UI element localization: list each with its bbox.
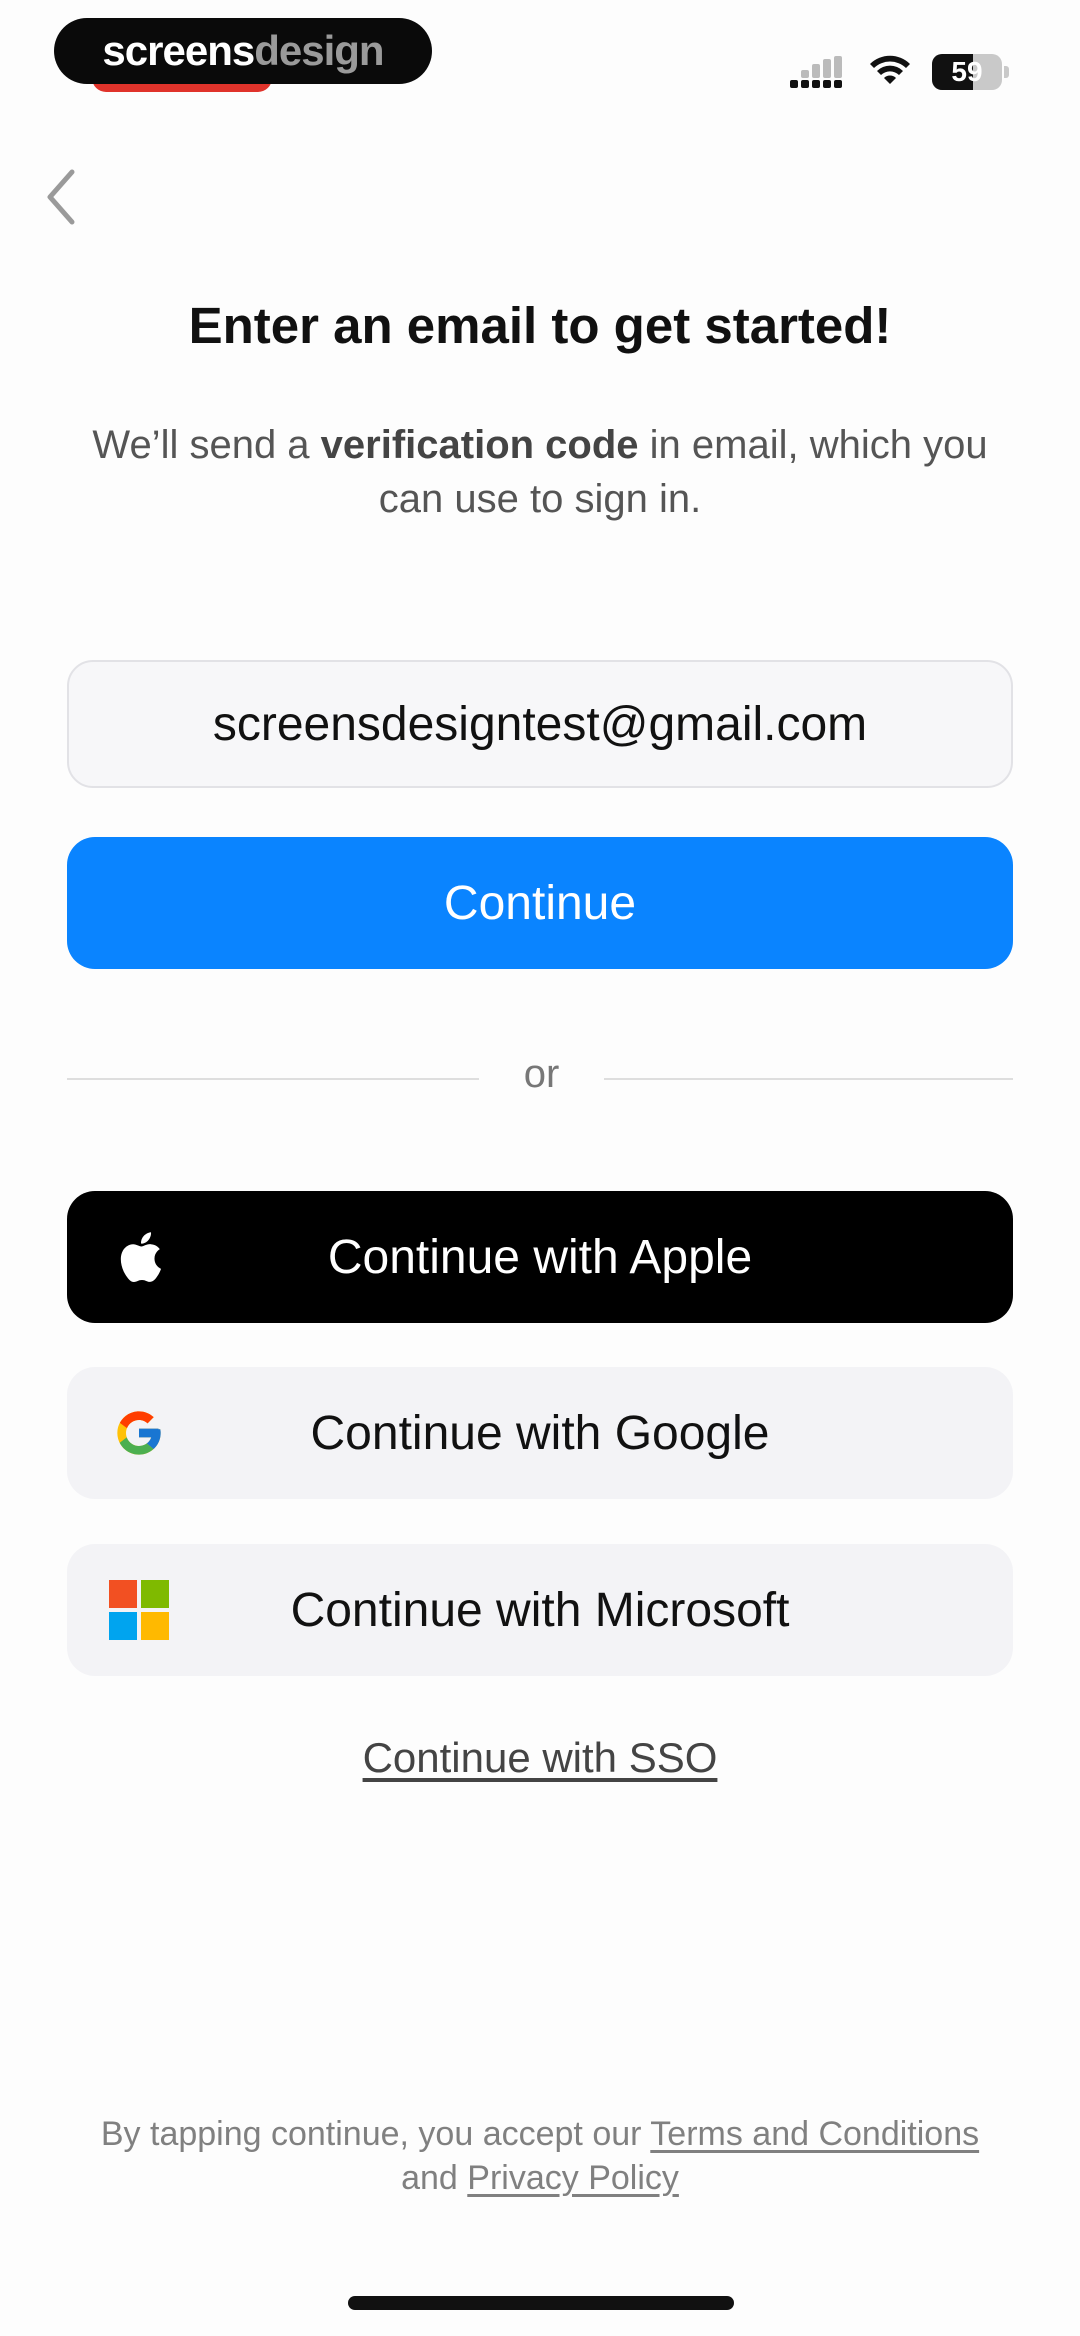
continue-with-google-button[interactable]: Continue with Google xyxy=(67,1367,1013,1499)
chevron-left-icon[interactable] xyxy=(40,166,84,228)
legal-middle: and xyxy=(401,2159,468,2197)
terms-and-conditions-link[interactable]: Terms and Conditions xyxy=(650,2115,979,2153)
cellular-signal-icon xyxy=(790,56,842,88)
page-title: Enter an email to get started! xyxy=(188,297,892,354)
continue-with-apple-button[interactable]: Continue with Apple xyxy=(67,1191,1013,1323)
sign-in-screen: screens design 59 Enter an email to get … xyxy=(0,0,1080,2336)
divider-right xyxy=(604,1078,1013,1080)
continue-with-google-label: Continue with Google xyxy=(310,1406,770,1460)
subtitle-text-start: We’ll send a xyxy=(92,423,321,467)
continue-with-microsoft-button[interactable]: Continue with Microsoft xyxy=(67,1544,1013,1676)
legal-notice: By tapping continue, you accept our Term… xyxy=(30,2112,1050,2200)
continue-with-apple-label: Continue with Apple xyxy=(327,1230,753,1284)
subtitle-text-bold: verification code xyxy=(320,423,639,467)
battery-icon: 59 xyxy=(932,54,1010,90)
microsoft-logo-icon xyxy=(109,1580,169,1640)
legal-prefix: By tapping continue, you accept our xyxy=(100,2115,651,2153)
battery-body: 59 xyxy=(932,54,1002,90)
continue-button[interactable]: Continue xyxy=(67,837,1013,969)
email-input[interactable]: screensdesigntest@gmail.com xyxy=(67,660,1013,788)
continue-button-label: Continue xyxy=(443,876,637,930)
privacy-policy-link[interactable]: Privacy Policy xyxy=(467,2159,679,2197)
home-indicator[interactable] xyxy=(348,2296,734,2310)
email-input-value: screensdesigntest@gmail.com xyxy=(212,697,868,751)
brand-watermark: screens design xyxy=(54,18,432,84)
brand-text-screens: screens xyxy=(102,27,255,74)
battery-level: 59 xyxy=(951,56,983,87)
page-subtitle: We’ll send a verification code in email,… xyxy=(90,418,990,526)
battery-cap xyxy=(1004,66,1009,78)
or-separator-label: or xyxy=(523,1052,560,1096)
brand-text-design: design xyxy=(254,27,384,74)
google-logo-icon xyxy=(109,1403,169,1463)
divider-left xyxy=(67,1078,479,1080)
status-bar: screens design 59 xyxy=(0,0,1080,110)
continue-with-sso-link[interactable]: Continue with SSO xyxy=(0,1734,1080,1782)
wifi-icon xyxy=(870,55,910,84)
continue-with-microsoft-label: Continue with Microsoft xyxy=(290,1583,790,1637)
apple-logo-icon xyxy=(109,1227,169,1287)
